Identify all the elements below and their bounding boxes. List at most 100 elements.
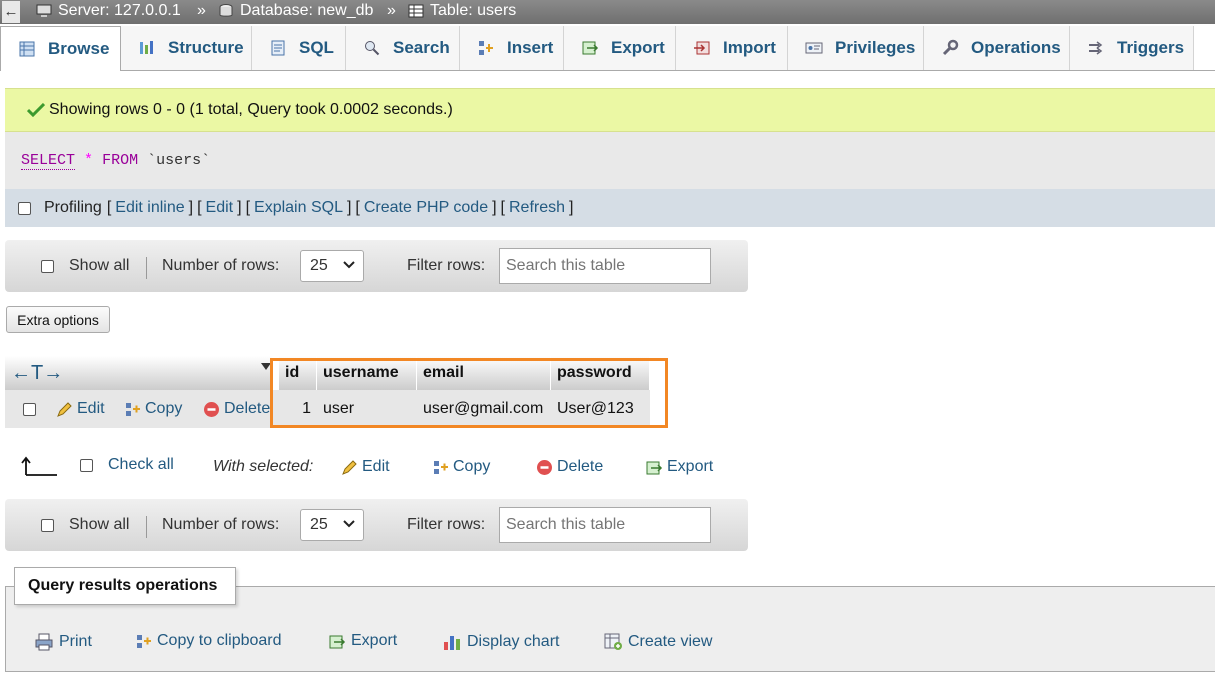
tab-structure[interactable]: Structure — [121, 26, 252, 70]
query-results-operations-title: Query results operations — [14, 567, 236, 605]
bulk-delete-action[interactable]: Delete — [536, 458, 603, 476]
tab-triggers[interactable]: Triggers — [1070, 26, 1194, 70]
tab-structure-label: Structure — [168, 38, 244, 57]
bulk-export-action[interactable]: Export — [646, 458, 713, 476]
print-icon — [35, 633, 53, 651]
search-icon — [365, 41, 380, 56]
rows-select[interactable]: 25 — [300, 509, 364, 541]
tab-export[interactable]: Export — [564, 26, 676, 70]
edit-link[interactable]: Edit — [206, 199, 234, 217]
sql-star: * — [84, 152, 94, 169]
export-icon — [646, 461, 663, 474]
row-checkbox[interactable] — [23, 402, 36, 416]
breadcrumb-table[interactable]: Table: users — [408, 2, 516, 20]
breadcrumb-database-label: Database: new_db — [240, 2, 374, 19]
filter-rows-input[interactable]: Search this table — [499, 507, 711, 543]
bulk-edit-action[interactable]: Edit — [341, 458, 390, 476]
chart-icon — [444, 636, 460, 650]
column-header-username[interactable]: username — [317, 356, 417, 390]
breadcrumb-database[interactable]: Database: new_db — [218, 2, 373, 20]
tab-operations[interactable]: Operations — [924, 26, 1070, 70]
left-arrow-icon[interactable]: ← — [2, 1, 20, 23]
export-action[interactable]: Export — [329, 632, 397, 650]
rows-select[interactable]: 25 — [300, 250, 364, 282]
bulk-copy-action[interactable]: Copy — [432, 458, 490, 476]
column-header-email[interactable]: email — [417, 356, 551, 390]
sort-caret-icon — [261, 363, 271, 370]
table-cell-username[interactable]: user — [317, 390, 417, 428]
breadcrumb-separator: » — [197, 2, 206, 19]
display-chart-action[interactable]: Display chart — [442, 632, 559, 652]
check-all-checkbox[interactable] — [80, 458, 93, 472]
print-action[interactable]: Print — [34, 632, 92, 652]
tab-insert-label: Insert — [507, 38, 554, 57]
tab-export-label: Export — [611, 38, 665, 57]
structure-icon — [140, 41, 153, 54]
delete-icon — [204, 401, 219, 417]
profiling-checkbox[interactable] — [18, 201, 31, 215]
show-all-toggle[interactable]: Show all — [41, 240, 129, 292]
show-all-toggle[interactable]: Show all — [41, 499, 129, 551]
show-all-checkbox[interactable] — [41, 518, 54, 532]
refresh-link[interactable]: Refresh — [509, 199, 565, 217]
divider — [146, 516, 147, 538]
tab-triggers-label: Triggers — [1117, 38, 1185, 57]
database-icon — [219, 4, 233, 17]
tab-privileges[interactable]: Privileges — [788, 26, 924, 70]
filter-rows-input[interactable]: Search this table — [499, 248, 711, 284]
table-cell-id[interactable]: 1 — [279, 390, 317, 428]
extra-options-button[interactable]: Extra options — [6, 306, 110, 333]
insert-icon — [479, 41, 493, 55]
export-icon — [582, 41, 599, 55]
tab-sql[interactable]: SQL — [252, 26, 346, 70]
server-icon — [36, 4, 52, 17]
print-label: Print — [59, 633, 92, 650]
row-delete-action[interactable]: Delete — [203, 400, 273, 418]
check-all-toggle[interactable]: Check all — [80, 456, 174, 474]
rows-select-value: 25 — [310, 516, 328, 533]
bulk-edit-label: Edit — [362, 458, 390, 475]
create-view-action[interactable]: Create view — [604, 632, 712, 651]
tab-search[interactable]: Search — [346, 26, 460, 70]
tab-browse[interactable]: Browse — [0, 26, 121, 71]
tab-sql-label: SQL — [299, 38, 334, 57]
bulk-delete-label: Delete — [557, 458, 604, 475]
create-view-icon — [604, 633, 622, 650]
copy-to-clipboard-action[interactable]: Copy to clipboard — [135, 632, 282, 650]
arrow-left-up-icon — [21, 456, 57, 476]
sql-query[interactable]: SELECT * FROM `users` — [21, 152, 210, 170]
row-copy-label: Copy — [145, 400, 183, 417]
create-view-label: Create view — [628, 632, 713, 650]
copy-icon — [126, 402, 140, 416]
row-edit-label: Edit — [77, 400, 105, 417]
table-icon — [408, 4, 424, 18]
breadcrumb-server[interactable]: Server: 127.0.0.1 — [36, 2, 181, 20]
create-php-code-link[interactable]: Create PHP code — [364, 199, 488, 217]
bracket: ] — [492, 199, 497, 216]
edit-inline-link[interactable]: Edit inline — [115, 199, 184, 217]
column-header-id[interactable]: id — [279, 356, 317, 390]
checkmark-icon — [27, 103, 45, 117]
export-label: Export — [351, 632, 398, 649]
show-all-checkbox[interactable] — [41, 259, 54, 273]
explain-sql-link[interactable]: Explain SQL — [254, 199, 343, 217]
rows-label: Number of rows: — [162, 257, 280, 274]
row-copy-action[interactable]: Copy — [124, 400, 182, 418]
privileges-icon — [805, 42, 823, 54]
table-cell-email[interactable]: user@gmail.com — [417, 390, 551, 428]
bracket: ] — [569, 199, 574, 216]
copy-to-clipboard-label: Copy to clipboard — [157, 632, 282, 649]
tab-insert[interactable]: Insert — [460, 26, 564, 70]
column-resize-handle[interactable]: ←T→ — [5, 356, 273, 390]
column-header-password[interactable]: password — [551, 356, 650, 390]
sql-keyword-select: SELECT — [21, 152, 76, 170]
success-text: Showing rows 0 - 0 (1 total, Query took … — [49, 101, 453, 118]
row-edit-action[interactable]: Edit — [56, 400, 105, 418]
tab-operations-label: Operations — [971, 38, 1061, 57]
operations-icon — [942, 39, 959, 56]
check-all-label: Check all — [108, 456, 174, 473]
chevron-down-icon — [343, 520, 355, 528]
table-cell-password[interactable]: User@123 — [551, 390, 650, 428]
profiling-bar: Profiling [ Edit inline ] [ Edit ] [ Exp… — [5, 189, 1215, 227]
tab-import[interactable]: Import — [676, 26, 788, 70]
